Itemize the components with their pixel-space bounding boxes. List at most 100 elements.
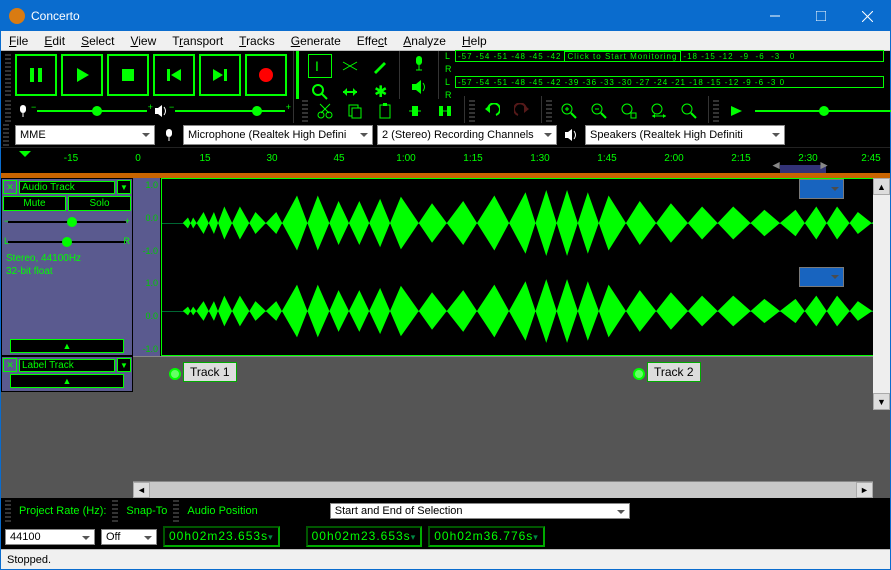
window-title: Concerto	[31, 9, 752, 23]
menu-analyze[interactable]: Analyze	[395, 32, 454, 50]
audio-position-display[interactable]: 00h02m23.653s▾	[163, 526, 280, 547]
label-track-menu-button[interactable]: ▼	[117, 358, 131, 372]
speaker-device-icon	[561, 128, 581, 142]
tracks-area: ✕ Audio Track ▼ Mute Solo −+ LR Stereo, …	[1, 178, 890, 498]
label-pin-1[interactable]	[169, 368, 181, 380]
snap-to-select[interactable]: Off	[101, 529, 157, 545]
mic-meter-icon[interactable]	[407, 52, 431, 74]
record-meter[interactable]: -57 -54 -51 -48 -45 -42Click to Start Mo…	[455, 50, 884, 62]
project-rate-select[interactable]: 44100	[5, 529, 95, 545]
menu-effect[interactable]: Effect	[349, 32, 395, 50]
label-1[interactable]: Track 1	[183, 362, 237, 382]
audio-position-label: Audio Position	[187, 505, 257, 517]
cut-icon[interactable]	[313, 99, 337, 123]
mute-button[interactable]: Mute	[3, 196, 66, 211]
solo-button[interactable]: Solo	[68, 196, 131, 211]
selection-mode-select[interactable]: Start and End of Selection	[330, 503, 630, 519]
fit-project-icon[interactable]	[647, 99, 671, 123]
track-menu-button[interactable]: ▼	[117, 180, 131, 194]
svg-text:I: I	[315, 58, 319, 74]
trim-icon[interactable]	[403, 99, 427, 123]
track-collapse-button[interactable]: ▲	[10, 339, 124, 353]
track-format-1: Stereo, 44100Hz	[2, 252, 132, 265]
maximize-button[interactable]	[798, 1, 844, 31]
label-track-close-button[interactable]: ✕	[3, 358, 17, 372]
snap-to-label: Snap-To	[126, 505, 167, 517]
label-lane[interactable]: Track 1 Track 2	[133, 356, 890, 392]
track-close-button[interactable]: ✕	[3, 180, 17, 194]
waveform-left[interactable]	[162, 179, 889, 267]
skip-end-button[interactable]	[199, 54, 241, 96]
playhead-icon[interactable]	[19, 151, 31, 163]
status-text: Stopped.	[7, 554, 51, 566]
play-speed-icon[interactable]	[724, 99, 748, 123]
silence-icon[interactable]	[433, 99, 457, 123]
speaker-meter-icon[interactable]	[407, 76, 431, 98]
redo-icon[interactable]	[510, 99, 534, 123]
close-button[interactable]	[844, 1, 890, 31]
paste-icon[interactable]	[373, 99, 397, 123]
audio-host-select[interactable]: MME	[15, 125, 155, 145]
label-2[interactable]: Track 2	[647, 362, 701, 382]
scroll-up-icon[interactable]: ▲	[873, 178, 890, 195]
playback-meter[interactable]: -57 -54 -51 -48 -45 -42 -39 -36 -33 -30 …	[455, 76, 884, 88]
channels-select[interactable]: 2 (Stereo) Recording Channels	[377, 125, 557, 145]
waveform-right[interactable]	[162, 267, 889, 355]
undo-icon[interactable]	[480, 99, 504, 123]
app-icon	[9, 8, 25, 24]
draw-tool-icon[interactable]	[368, 54, 392, 78]
selection-tool-icon[interactable]: I	[308, 54, 332, 78]
selection-start-display[interactable]: 00h02m23.653s▾	[306, 526, 423, 547]
mic-icon	[13, 104, 33, 118]
gain-slider[interactable]: −+	[8, 213, 126, 231]
label-track-name[interactable]: Label Track	[19, 359, 115, 372]
menu-tracks[interactable]: Tracks	[231, 32, 283, 50]
menu-transport[interactable]: Transport	[164, 32, 231, 50]
track-format-2: 32-bit float	[2, 265, 132, 278]
play-at-speed-toolbar	[709, 96, 891, 126]
tools-toolbar: I ✱	[301, 51, 400, 99]
scroll-right-icon[interactable]: ►	[856, 482, 873, 498]
track-name[interactable]: Audio Track	[19, 181, 115, 194]
record-button[interactable]	[245, 54, 287, 96]
speaker-icon	[151, 104, 171, 118]
copy-icon[interactable]	[343, 99, 367, 123]
status-bar: Stopped.	[1, 549, 890, 569]
meters: L-57 -54 -51 -48 -45 -42Click to Start M…	[439, 51, 890, 99]
fit-selection-icon[interactable]	[617, 99, 641, 123]
play-button[interactable]	[61, 54, 103, 96]
minimize-button[interactable]	[752, 1, 798, 31]
playback-volume-slider[interactable]: −+	[175, 104, 285, 118]
menu-file[interactable]: File	[1, 32, 36, 50]
zoom-in-icon[interactable]	[557, 99, 581, 123]
pause-button[interactable]	[15, 54, 57, 96]
scroll-left-icon[interactable]: ◄	[133, 482, 150, 498]
menu-edit[interactable]: Edit	[36, 32, 73, 50]
menu-generate[interactable]: Generate	[283, 32, 349, 50]
record-volume-slider[interactable]: −+	[37, 104, 147, 118]
skip-start-button[interactable]	[153, 54, 195, 96]
zoom-toggle-icon[interactable]	[677, 99, 701, 123]
stop-button[interactable]	[107, 54, 149, 96]
zoom-toolbar	[542, 96, 709, 126]
meter-icons	[400, 51, 439, 99]
output-device-select[interactable]: Speakers (Realtek High Definiti	[585, 125, 785, 145]
amplitude-ruler: 1.00.0-1.0 1.00.0-1.0	[133, 178, 161, 356]
play-speed-slider[interactable]	[755, 104, 891, 118]
pan-slider[interactable]: LR	[8, 233, 126, 251]
horizontal-scrollbar[interactable]: ◄ ►	[133, 481, 873, 498]
envelope-tool-icon[interactable]	[338, 54, 362, 78]
vertical-scrollbar[interactable]: ▲ ▼	[873, 178, 890, 410]
timeline-ruler[interactable]: -15 0 15 30 45 1:00 1:15 1:30 1:45 2:00 …	[1, 147, 890, 173]
scroll-down-icon[interactable]: ▼	[873, 393, 890, 410]
mixer-toolbar: −+ −+	[1, 98, 294, 124]
menu-view[interactable]: View	[122, 32, 164, 50]
selection-end-display[interactable]: 00h02m36.776s▾	[428, 526, 545, 547]
menu-select[interactable]: Select	[73, 32, 122, 50]
menu-help[interactable]: Help	[454, 32, 495, 50]
label-pin-2[interactable]	[633, 368, 645, 380]
zoom-out-icon[interactable]	[587, 99, 611, 123]
label-track-collapse-button[interactable]: ▲	[10, 374, 124, 388]
input-device-select[interactable]: Microphone (Realtek High Defini	[183, 125, 373, 145]
label-track-panel: ✕ Label Track ▼ ▲	[1, 356, 133, 392]
